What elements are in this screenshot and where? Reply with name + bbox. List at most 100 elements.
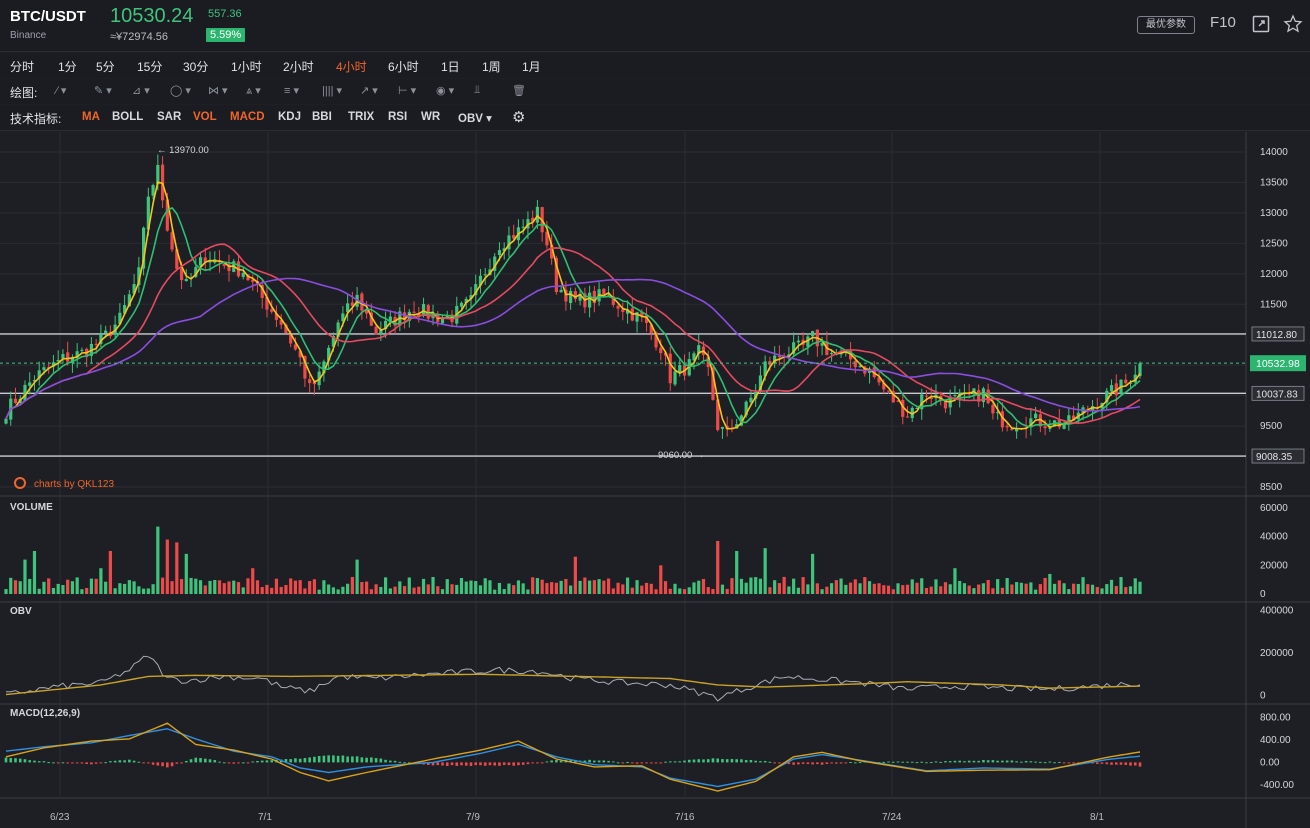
indicator-vol[interactable]: VOL (193, 111, 217, 123)
volume-bar (1076, 583, 1080, 594)
y-tick-label: 9500 (1260, 421, 1283, 432)
volume-bar (412, 587, 416, 594)
period-tab[interactable]: 1周 (482, 58, 501, 75)
period-tab[interactable]: 4小时 (336, 58, 367, 75)
pattern-tool-icon[interactable]: ⩓ ▾ (246, 84, 261, 98)
candle (374, 326, 378, 335)
channel-tool-icon[interactable]: ⊿ ▾ (132, 84, 150, 97)
volume-bar (659, 565, 663, 594)
indicator-rsi[interactable]: RSI (388, 111, 407, 123)
macd-histogram-bar (56, 762, 60, 764)
macd-histogram-bar (493, 762, 497, 766)
indicator-obv[interactable]: OBV ▾ (458, 111, 492, 125)
macd-histogram-bar (659, 762, 663, 764)
gear-icon[interactable]: ⚙ (512, 108, 525, 126)
chart-area[interactable]: 1400013500130001250012000115001100010500… (0, 132, 1310, 828)
period-tab[interactable]: 1小时 (231, 58, 262, 75)
period-tab[interactable]: 30分 (183, 58, 208, 75)
volume-bar (474, 581, 478, 594)
period-tab[interactable]: 6小时 (388, 58, 419, 75)
period-tab[interactable]: 分时 (10, 58, 34, 75)
volume-bar (118, 583, 122, 594)
volume-bar (37, 588, 41, 594)
macd-histogram-bar (925, 762, 928, 764)
indicator-bbi[interactable]: BBI (312, 111, 332, 123)
indicator-macd[interactable]: MACD (230, 111, 265, 123)
trash-tool-icon[interactable]: 🗑 (512, 84, 526, 97)
volume-bar (550, 582, 554, 594)
macd-histogram-bar (621, 762, 625, 764)
circle-tool-icon[interactable]: ◯ ▾ (170, 84, 191, 97)
candle (104, 330, 108, 334)
x-tick-label: 7/1 (258, 812, 272, 823)
volume-bar (668, 588, 672, 594)
volume-bar (649, 583, 653, 594)
volume-bar (687, 587, 691, 594)
volume-bar (588, 580, 592, 594)
macd-histogram-bar (341, 755, 345, 763)
y-tick-label: 14000 (1260, 147, 1288, 158)
expand-icon[interactable] (1251, 14, 1271, 34)
period-tab[interactable]: 1分 (58, 58, 77, 75)
macd-histogram-bar (1072, 762, 1075, 764)
line-tool-icon[interactable]: ⁄ ▾ (56, 84, 66, 97)
volume-bar (303, 588, 307, 594)
volume-bar (108, 551, 112, 594)
macd-histogram-bar (507, 762, 511, 766)
candle (678, 365, 682, 372)
eye-tool-icon[interactable]: ◉ ▾ (436, 84, 454, 97)
fib-tool-icon[interactable]: ⋈ ▾ (208, 84, 228, 97)
indicator-wr[interactable]: WR (421, 111, 440, 123)
last-price: 10530.24 (110, 5, 194, 27)
volume-bar (730, 578, 734, 594)
magnet-tool-icon[interactable]: ⫫ (474, 84, 480, 97)
f10-button[interactable]: F10 (1210, 14, 1236, 31)
macd-histogram-bar (640, 762, 644, 764)
macd-histogram-bar (1095, 762, 1099, 764)
volume-bar (801, 577, 805, 594)
period-tab[interactable]: 1月 (522, 58, 541, 75)
indicator-ma[interactable]: MA (82, 111, 100, 123)
pen-tool-icon[interactable]: ✎ ▾ (94, 84, 112, 97)
macd-histogram-bar (1048, 761, 1052, 763)
candle (66, 352, 70, 362)
measure-tool-icon[interactable]: ⊢ ▾ (398, 84, 416, 97)
arrow-tool-icon[interactable]: ↗ ▾ (360, 84, 378, 97)
macd-histogram-bar (706, 759, 710, 763)
volume-bar (1124, 587, 1128, 594)
macd-histogram-bar (702, 759, 705, 763)
macd-histogram-bar (222, 762, 226, 764)
indicator-kdj[interactable]: KDJ (278, 111, 301, 123)
volume-bar (1034, 589, 1038, 594)
candle (4, 418, 8, 424)
macd-histogram-bar (915, 762, 919, 764)
macd-histogram-bar (953, 760, 957, 763)
volume-bar (839, 578, 843, 594)
indicator-trix[interactable]: TRIX (348, 111, 374, 123)
macd-histogram-bar (550, 760, 553, 763)
text-tool-icon[interactable]: ≡ ▾ (284, 84, 299, 97)
volume-bar (891, 589, 895, 594)
period-tab[interactable]: 2小时 (283, 58, 314, 75)
macd-histogram-bar (559, 760, 563, 763)
indicator-sar[interactable]: SAR (157, 111, 181, 123)
macd-histogram-bar (436, 762, 440, 766)
best-params-button[interactable]: 最优参数 (1137, 16, 1195, 34)
indicator-boll[interactable]: BOLL (112, 111, 143, 123)
grid-tool-icon[interactable]: |||| ▾ (322, 84, 342, 97)
macd-histogram-bar (384, 759, 387, 763)
period-tab[interactable]: 1日 (441, 58, 460, 75)
macd-histogram-bar (844, 762, 848, 764)
macd-histogram-bar (113, 760, 117, 763)
volume-bar (274, 578, 279, 594)
volume-y-tick: 40000 (1260, 532, 1288, 543)
period-tab[interactable]: 5分 (96, 58, 115, 75)
star-icon[interactable] (1283, 14, 1303, 34)
macd-histogram-bar (740, 759, 743, 763)
period-tab[interactable]: 15分 (137, 58, 162, 75)
volume-y-tick: 60000 (1260, 503, 1288, 514)
trading-page: { "header": { "pair": "BTC/USDT", "excha… (0, 0, 1310, 828)
volume-bar (137, 586, 141, 594)
volume-bar (573, 556, 577, 594)
x-tick-label: 7/9 (466, 812, 480, 823)
